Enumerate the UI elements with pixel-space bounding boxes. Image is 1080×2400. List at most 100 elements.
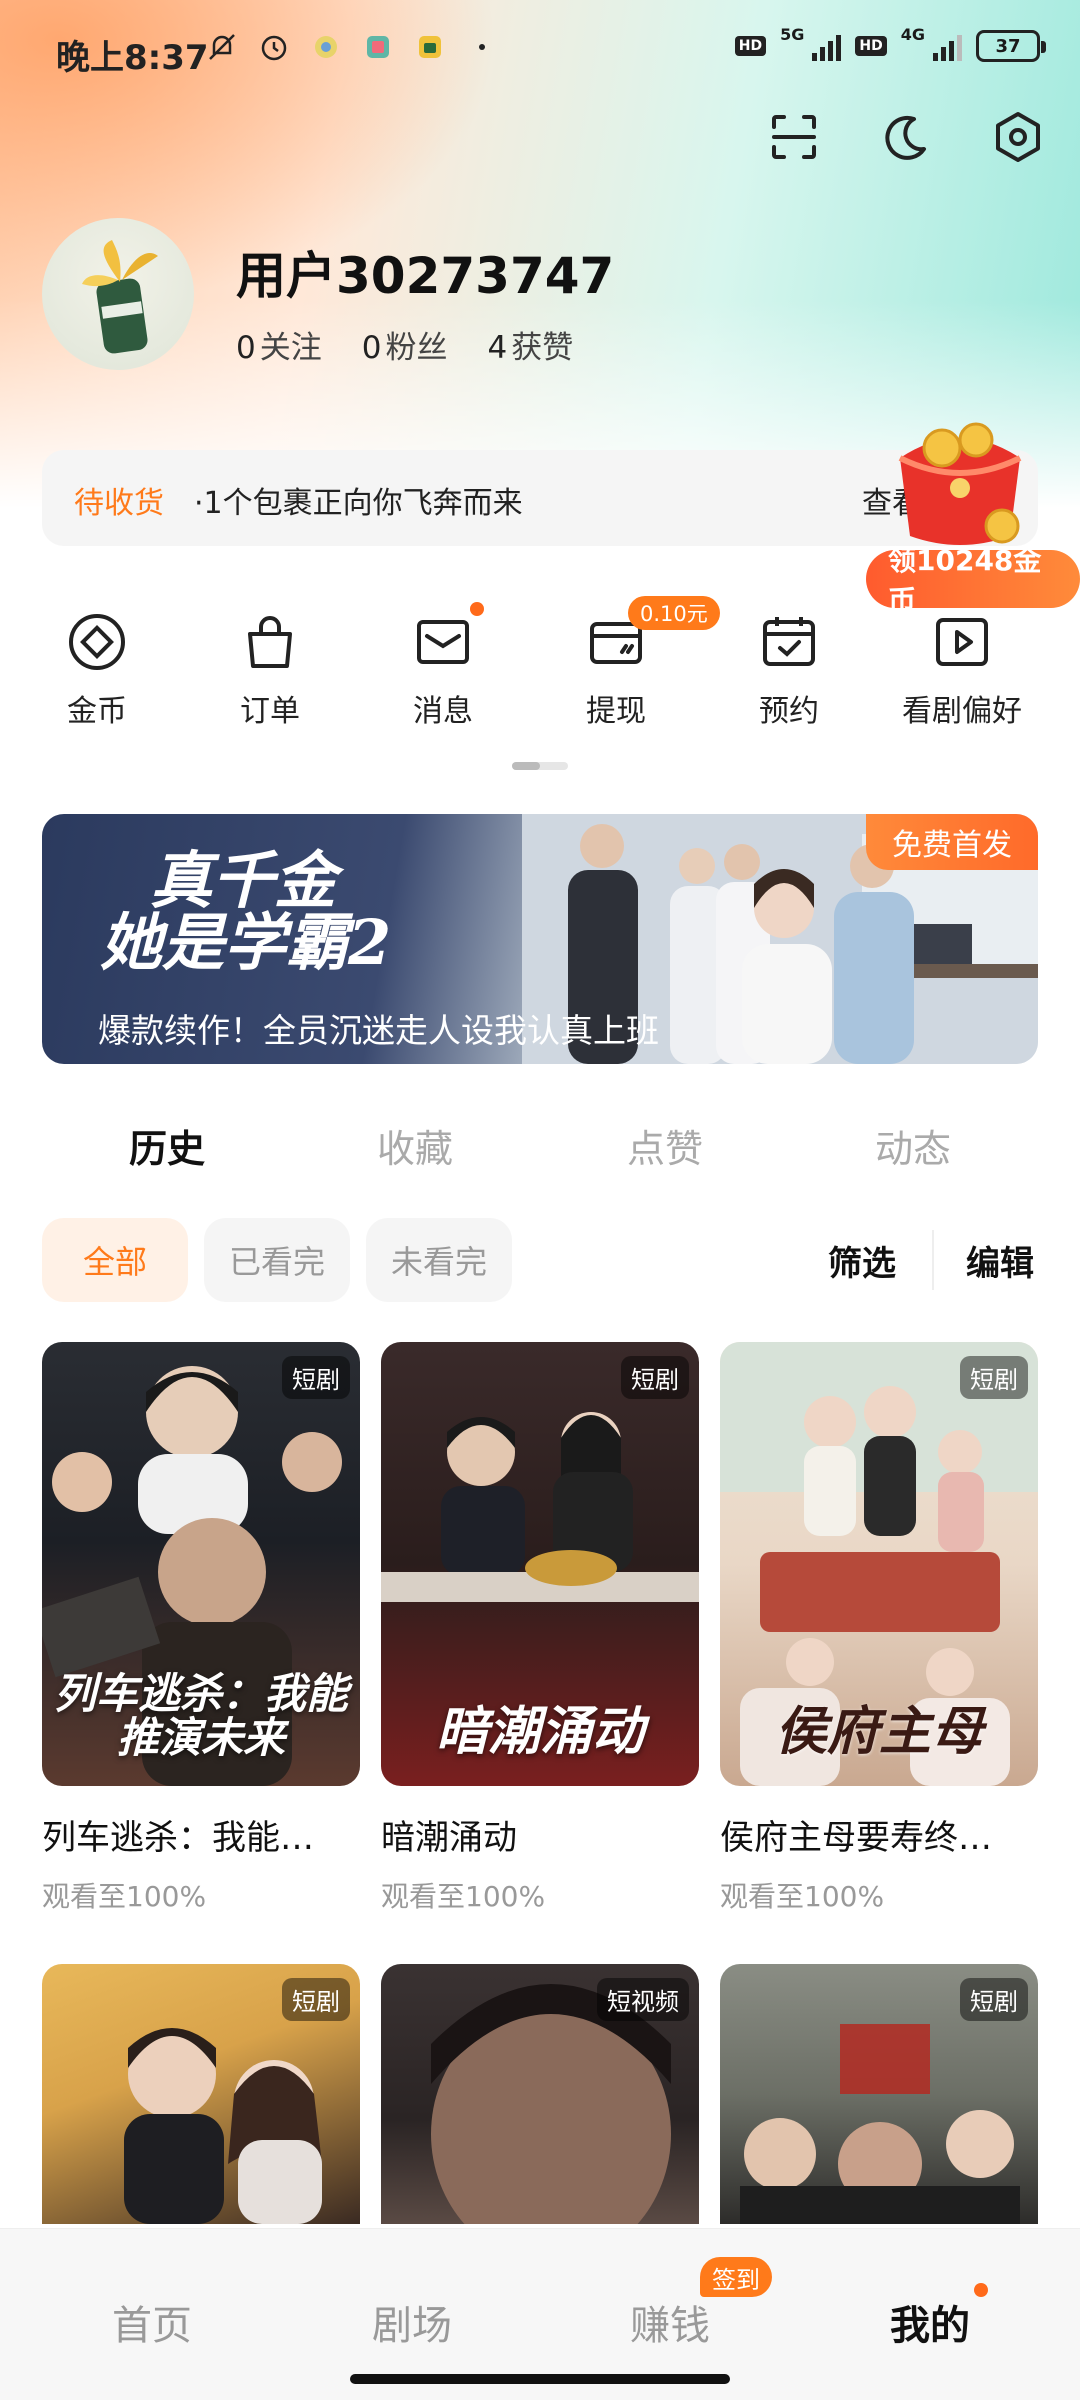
following-stat[interactable]: 0 关注	[236, 322, 322, 367]
tab-activity[interactable]: 动态	[788, 1118, 1038, 1173]
top-actions	[762, 105, 1050, 169]
nav-theater[interactable]: 剧场	[302, 2293, 522, 2351]
quick-item-coins[interactable]: 金币	[22, 600, 172, 730]
red-packet-icon[interactable]	[880, 418, 1040, 558]
net-label-1: 5G	[780, 24, 805, 44]
card-poster[interactable]: 短剧	[42, 1964, 360, 2224]
history-card[interactable]: 短视频	[381, 1964, 699, 2224]
card-tag: 短剧	[960, 1356, 1028, 1399]
card-title[interactable]: 侯府主母要寿终…	[720, 1810, 1038, 1859]
status-right: HD 5G HD 4G 37	[734, 25, 1046, 62]
card-poster[interactable]: 短剧 侯府主母	[720, 1342, 1038, 1786]
tab-likes[interactable]: 点赞	[540, 1118, 790, 1173]
content-tabs: 历史 收藏 点赞 动态	[0, 1118, 1080, 1188]
likes-count: 4	[487, 330, 508, 366]
card-poster[interactable]: 短视频	[381, 1964, 699, 2224]
quick-item-orders[interactable]: 订单	[195, 600, 345, 730]
filter-button[interactable]: 筛选	[828, 1236, 896, 1285]
card-title[interactable]: 列车逃杀：我能…	[42, 1810, 360, 1859]
filter-chip-unfinished[interactable]: 未看完	[366, 1218, 512, 1302]
card-poster[interactable]: 短剧	[720, 1964, 1038, 2224]
card-tag: 短剧	[960, 1978, 1028, 2021]
play-icon	[930, 610, 994, 674]
hd-badge-1: HD	[734, 36, 767, 56]
tab-history[interactable]: 历史	[42, 1118, 292, 1173]
mine-dot	[974, 2283, 988, 2297]
quick-item-reservations[interactable]: 预约	[714, 600, 864, 730]
nav-earn[interactable]: 赚钱	[560, 2293, 780, 2351]
banner-title-line2: 她是学霸2	[100, 906, 392, 979]
history-card[interactable]: 短剧 列车逃杀：我能推演未来 列车逃杀：我能… 观看至100%	[42, 1342, 360, 1915]
card-tag: 短剧	[282, 1356, 350, 1399]
promo-banner[interactable]: 真千金 她是学霸2 爆款续作！全员沉迷走人设我认真上班 免费首发	[42, 814, 1038, 1064]
moon-icon[interactable]	[874, 105, 938, 169]
history-card[interactable]: 短剧 暗潮涌动 暗潮涌动 观看至100%	[381, 1342, 699, 1915]
username[interactable]: 用户30273747	[236, 236, 614, 308]
quick-label-preferences: 看剧偏好	[902, 694, 1022, 729]
filter-chip-all[interactable]: 全部	[42, 1218, 188, 1302]
withdraw-badge: 0.10元	[628, 596, 720, 630]
card-poster[interactable]: 短剧 列车逃杀：我能推演未来	[42, 1342, 360, 1786]
likes-label: 获赞	[511, 330, 574, 366]
card-poster[interactable]: 短剧 暗潮涌动	[381, 1342, 699, 1786]
quick-menu-pager	[512, 762, 568, 770]
card-tag: 短剧	[282, 1978, 350, 2021]
battery-icon: 37	[976, 30, 1046, 62]
bag-icon	[238, 610, 302, 674]
banner-subtitle: 爆款续作！全员沉迷走人设我认真上班	[98, 1011, 659, 1050]
following-count: 0	[236, 330, 256, 366]
app-notify-icon-2	[361, 30, 395, 64]
banner-title-line1: 真千金	[150, 844, 337, 917]
banner-title: 真千金 她是学霸2	[100, 850, 391, 974]
alarm-icon	[257, 30, 291, 64]
home-indicator[interactable]	[350, 2374, 730, 2384]
history-card[interactable]: 短剧 侯府主母 侯府主母要寿终… 观看至100%	[720, 1342, 1038, 1915]
filter-divider	[932, 1230, 934, 1290]
delivery-tag: 待收货	[74, 486, 164, 521]
notification-icons	[205, 30, 499, 64]
settings-icon[interactable]	[986, 105, 1050, 169]
hd-badge-2: HD	[855, 36, 887, 56]
nav-mine[interactable]: 我的	[820, 2293, 1040, 2351]
card-progress: 观看至100%	[381, 1880, 546, 1913]
filter-chip-finished[interactable]: 已看完	[204, 1218, 350, 1302]
poster-title: 暗潮涌动	[435, 1701, 644, 1763]
mute-icon	[205, 30, 239, 64]
dot-icon	[465, 30, 499, 64]
nav-home[interactable]: 首页	[42, 2293, 262, 2351]
card-title[interactable]: 暗潮涌动	[381, 1810, 699, 1859]
signal-icon-1	[812, 31, 842, 61]
fans-label: 粉丝	[385, 330, 448, 366]
fans-stat[interactable]: 0 粉丝	[362, 322, 448, 367]
delivery-text: ·1个包裹正向你飞奔而来	[194, 486, 523, 521]
card-progress: 观看至100%	[42, 1880, 207, 1913]
card-progress: 观看至100%	[720, 1880, 885, 1913]
history-card[interactable]: 短剧	[720, 1964, 1038, 2224]
quick-label-orders: 订单	[240, 694, 300, 729]
likes-stat[interactable]: 4 获赞	[487, 322, 573, 367]
avatar[interactable]	[42, 218, 194, 370]
quick-label-reservations: 预约	[759, 694, 819, 729]
banner-tag: 免费首发	[866, 814, 1038, 870]
coin-icon	[65, 610, 129, 674]
mail-icon	[411, 610, 475, 674]
status-bar: 晚上8:37 HD 5G HD 4G 37	[0, 0, 1080, 100]
checkin-badge: 签到	[700, 2257, 772, 2297]
poster-title: 列车逃杀：我能推演未来	[53, 1668, 348, 1762]
quick-item-preferences[interactable]: 看剧偏好	[887, 600, 1037, 730]
quick-label-messages: 消息	[413, 694, 473, 729]
quick-label-coins: 金币	[67, 694, 127, 729]
history-card[interactable]: 短剧	[42, 1964, 360, 2224]
quick-item-messages[interactable]: 消息	[368, 600, 518, 730]
edit-button[interactable]: 编辑	[966, 1236, 1034, 1285]
calendar-check-icon	[757, 610, 821, 674]
quick-menu: 金币 订单 消息 提现 0.10元 预约 看剧偏好	[0, 596, 1080, 750]
profile-stats: 0 关注 0 粉丝 4 获赞	[236, 322, 573, 367]
tab-favorites[interactable]: 收藏	[290, 1118, 540, 1173]
net-label-2: 4G	[900, 24, 925, 44]
signal-icon-2	[933, 31, 962, 61]
scan-icon[interactable]	[762, 105, 826, 169]
app-notify-icon-1	[309, 30, 343, 64]
messages-dot	[470, 602, 484, 616]
status-time: 晚上8:37	[56, 38, 209, 78]
